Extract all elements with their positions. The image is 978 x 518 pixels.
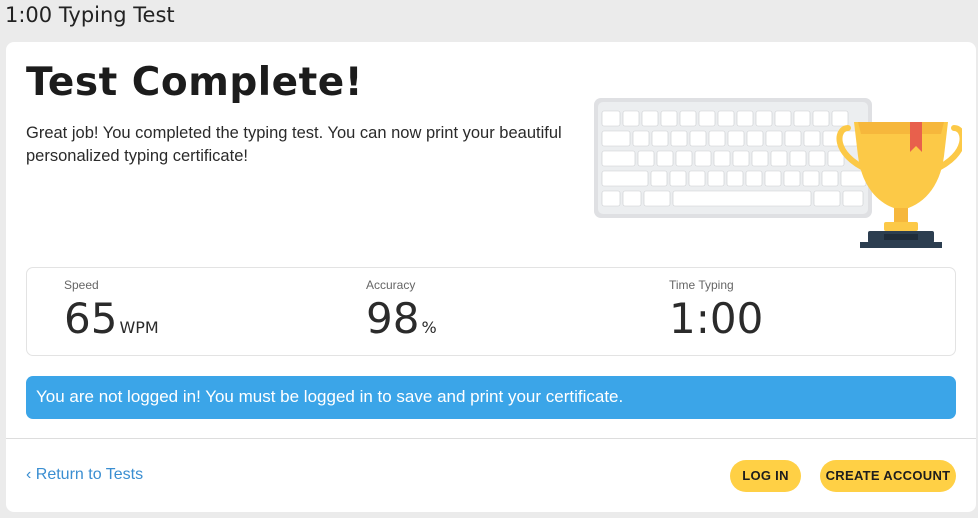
time-stat: Time Typing 1:00 [669,278,763,343]
results-stats: Speed 65 WPM Accuracy 98% Time Typing 1:0… [26,267,956,356]
intro-text: Great job! You completed the typing test… [26,124,562,165]
time-label: Time Typing [669,278,734,292]
accuracy-stat: Accuracy 98% [366,278,437,343]
accuracy-value: 98 [366,294,420,343]
speed-stat: Speed 65 WPM [64,278,159,343]
login-alert: You are not logged in! You must be logge… [26,376,956,419]
results-card: Test Complete! Great job! You completed … [6,42,976,512]
keyboard-icon [594,98,872,218]
footer-divider [6,438,976,439]
log-in-button[interactable]: LOG IN [730,460,801,492]
accuracy-value-row: 98% [366,294,437,343]
window-title: 1:00 Typing Test [5,3,175,27]
accuracy-unit: % [421,318,437,337]
accuracy-label: Accuracy [366,278,416,292]
return-to-tests-link[interactable]: ‹ Return to Tests [26,466,143,484]
speed-unit: WPM [119,318,159,337]
page-title: Test Complete! [26,60,363,105]
time-value: 1:00 [669,294,764,343]
create-account-button[interactable]: CREATE ACCOUNT [820,460,956,492]
speed-value: 65 [64,294,118,343]
keyboard-trophy-illustration [594,98,962,248]
speed-label: Speed [64,278,99,292]
speed-value-row: 65 WPM [64,294,159,343]
